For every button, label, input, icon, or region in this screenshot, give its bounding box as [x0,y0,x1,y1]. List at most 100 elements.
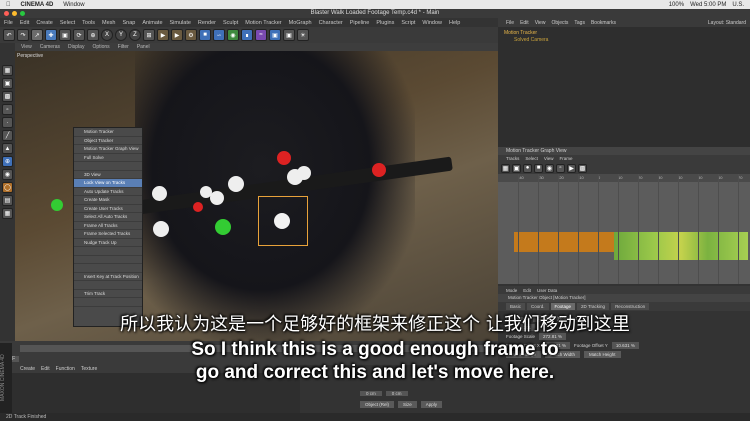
objects-menu-item-3[interactable]: Objects [551,20,568,26]
menu-item-6[interactable]: Snap [122,20,135,26]
tracks-graph[interactable]: -40 -30 -20 -10 0 10 20 30 40 50 60 70 [498,174,750,284]
camera-icon[interactable]: ▣ [283,29,295,41]
mac-window-menu[interactable]: Window [63,2,84,8]
attributes-menu-item-2[interactable]: User Data [537,288,557,293]
close-window-button[interactable] [4,11,9,16]
cube-icon[interactable]: ■ [199,29,211,41]
track-span-orange[interactable] [514,232,614,252]
graph-tool-icon[interactable]: ● [523,163,532,173]
graph-tool-icon[interactable]: ▫ [556,163,565,173]
viewport-menu-item-2[interactable]: Display [68,44,84,50]
attributes-tab-2[interactable]: Footage [550,303,576,310]
context-menu-item-1[interactable]: Object Tracker [74,137,142,145]
context-menu-item-9[interactable]: Create User Tracks [74,205,142,213]
axis-x-button[interactable]: X [101,29,113,41]
workplane-icon[interactable]: ▫ [2,104,13,115]
array-icon[interactable]: ∎ [241,29,253,41]
graph-tool-icon[interactable]: ▶ [567,163,576,173]
menu-item-15[interactable]: Plugins [376,20,394,26]
enable-axis-icon[interactable]: ⊕ [2,156,13,167]
coord-x-field[interactable]: 0 cm [360,391,382,396]
context-menu-item-0[interactable]: Motion Tracker [74,128,142,137]
menu-item-13[interactable]: Character [319,20,343,26]
attributes-menu-item-1[interactable]: Edit [523,288,531,293]
menu-item-5[interactable]: Mesh [102,20,115,26]
move-icon[interactable]: ✚ [45,29,57,41]
object-item-1[interactable]: Solved Camera [504,37,744,44]
model-mode-icon[interactable]: ▣ [2,78,13,89]
snap-icon[interactable]: ◯ [2,182,13,193]
menu-item-3[interactable]: Select [60,20,75,26]
scale-icon[interactable]: ▣ [59,29,71,41]
layout-select[interactable]: Layout: Standard [708,20,750,26]
context-menu-item-8[interactable]: Create Mask [74,196,142,205]
viewport-menu-item-0[interactable]: View [21,44,32,50]
menu-item-14[interactable]: Pipeline [350,20,370,26]
menu-item-1[interactable]: Edit [20,20,29,26]
objects-menu-item-5[interactable]: Bookmarks [591,20,616,26]
deformer-icon[interactable]: ≈ [255,29,267,41]
rotate-icon[interactable]: ⟳ [73,29,85,41]
menu-item-18[interactable]: Help [449,20,460,26]
attributes-tab-3[interactable]: 2D Tracking [577,303,610,310]
graph-tool-icon[interactable]: ▦ [501,163,510,173]
attributes-tab-0[interactable]: Basic [506,303,526,310]
axis-z-button[interactable]: Z [129,29,141,41]
objects-menu-item-0[interactable]: File [506,20,514,26]
menu-item-11[interactable]: Motion Tracker [245,20,281,26]
graph-tool-icon[interactable]: ◉ [545,163,554,173]
spline-icon[interactable]: ∽ [213,29,225,41]
object-item-0[interactable]: Motion Tracker [504,30,744,37]
graph-tool-icon[interactable]: ▣ [512,163,521,173]
render-picture-icon[interactable]: ▶ [171,29,183,41]
viewport-menu-item-3[interactable]: Options [92,44,109,50]
menu-item-8[interactable]: Simulate [170,20,191,26]
undo-icon[interactable]: ↶ [3,29,15,41]
apple-icon[interactable]:  [6,2,11,8]
track-selection-box[interactable] [258,196,308,246]
menu-item-16[interactable]: Script [401,20,415,26]
mac-app-name[interactable]: CINEMA 4D [21,2,54,8]
menu-item-12[interactable]: MoGraph [289,20,312,26]
track-span-green[interactable] [614,232,748,260]
coord-size-select[interactable]: Size [398,401,417,408]
context-menu-item-11[interactable]: Frame All Tracks [74,222,142,230]
objects-menu-item-2[interactable]: View [535,20,546,26]
context-menu-item-5[interactable]: 3D View [74,171,142,179]
coord-y-field[interactable]: 0 cm [385,391,408,396]
axis-y-button[interactable]: Y [115,29,127,41]
zoom-window-button[interactable] [20,11,25,16]
context-menu-item-4[interactable] [74,162,142,171]
context-menu-item-10[interactable]: Select All Auto Tracks [74,213,142,222]
grid-icon[interactable]: ▦ [2,208,13,219]
context-menu-item-6[interactable]: Lock View on Tracks [74,179,142,188]
graph-menu-item-0[interactable]: Tracks [506,156,519,161]
coord-system-icon[interactable]: ⊞ [143,29,155,41]
coord-mode-select[interactable]: Object (Rel) [360,401,395,408]
input-source[interactable]: U.S. [732,2,744,8]
context-menu-item-7[interactable]: Auto Update Tracks [74,188,142,196]
render-settings-icon[interactable]: ⚙ [185,29,197,41]
recent-tool-icon[interactable]: ⊕ [87,29,99,41]
scene-icon[interactable]: ▣ [269,29,281,41]
redo-icon[interactable]: ↷ [17,29,29,41]
viewport-menu-item-1[interactable]: Cameras [40,44,60,50]
attributes-tab-4[interactable]: Reconstruction [611,303,650,310]
viewport-menu-item-5[interactable]: Panel [137,44,150,50]
nurbs-icon[interactable]: ◉ [227,29,239,41]
graph-menu-item-1[interactable]: Select [525,156,538,161]
minimize-window-button[interactable] [12,11,17,16]
graph-menu-item-3[interactable]: Frame [560,156,573,161]
attributes-menu-item-0[interactable]: Mode [506,288,517,293]
attributes-tab-1[interactable]: Coord. [527,303,549,310]
context-menu-item-12[interactable]: Frame Selected Tracks [74,230,142,239]
viewport[interactable]: Perspective Motion Tracker Object Tracker… [15,51,498,341]
menu-item-0[interactable]: File [4,20,13,26]
menu-item-10[interactable]: Sculpt [223,20,238,26]
objects-menu-item-1[interactable]: Edit [520,20,529,26]
context-menu-item-2[interactable]: Motion Tracker Graph View [74,145,142,154]
graph-tool-icon[interactable]: ■ [534,163,543,173]
lock-workplane-icon[interactable]: ▤ [2,195,13,206]
objects-menu-item-4[interactable]: Tags [574,20,585,26]
edges-mode-icon[interactable]: ╱ [2,130,13,141]
